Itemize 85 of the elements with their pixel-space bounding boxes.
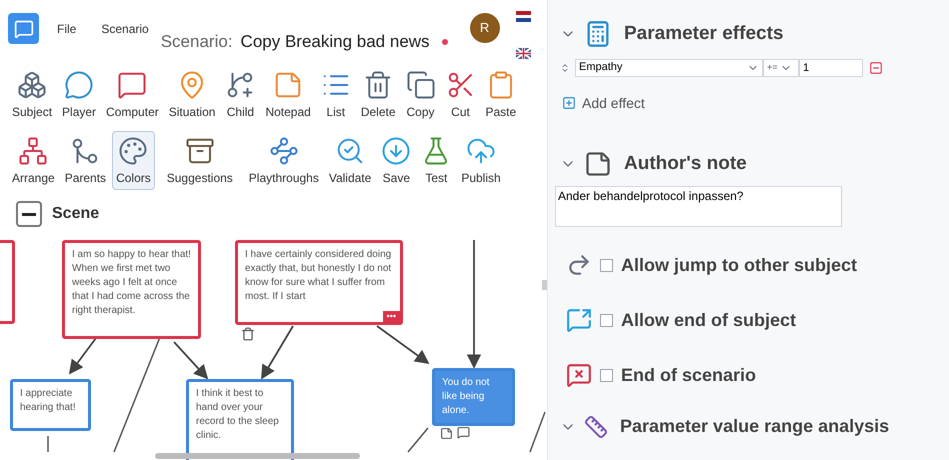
speech-bubble-icon[interactable] [457, 426, 470, 439]
collapse-button[interactable] [16, 201, 42, 227]
toolbar-button[interactable]: Suggestions [162, 131, 237, 190]
scrollbar-thumb[interactable] [155, 453, 360, 459]
speech-bubble-icon [566, 362, 592, 388]
toolbar-button[interactable]: Delete [356, 65, 400, 124]
toolbar-button[interactable]: Cut [442, 65, 480, 124]
scenario-label: Scenario: [160, 31, 233, 53]
toolbar-button[interactable]: Parents [60, 131, 110, 190]
dialogue-node[interactable]: I appreciate hearing that! [10, 379, 91, 431]
connector-line [529, 412, 546, 452]
waypoints-icon [268, 136, 299, 166]
toolbar-button[interactable]: List [316, 65, 355, 124]
toolbar-button[interactable]: Paste [482, 65, 520, 124]
connector-arrow [173, 341, 208, 380]
checkbox[interactable] [600, 368, 613, 382]
toolbar-button[interactable]: Validate [324, 131, 376, 190]
menu-item[interactable]: Scenario [101, 20, 149, 38]
scrollbar-thumb[interactable] [542, 280, 547, 290]
connector-arrow [376, 325, 430, 364]
app-logo[interactable] [8, 13, 39, 44]
palette-icon [118, 136, 148, 166]
node-text: I have certainly considered doing exactly that, but honestly I do not know for sure what I suffer from most. If I start [245, 248, 392, 304]
operator-select[interactable]: += [763, 58, 799, 76]
parameter-select[interactable]: Empathy [575, 58, 763, 76]
toolbar-button[interactable]: Playthroughs [244, 131, 323, 190]
boxes-icon [17, 70, 48, 100]
add-effect-button[interactable]: Add effect [562, 92, 949, 114]
toolbar-button[interactable]: Copy [402, 65, 440, 124]
node-text: I think it best to hand over your record to the sleep clinic. [196, 387, 280, 443]
speech-bubble-icon [117, 70, 148, 100]
menu-item[interactable]: File [57, 20, 76, 38]
box-icon [184, 136, 215, 166]
option-label: End of scenario [621, 364, 756, 386]
toolbar-button[interactable]: Arrange [8, 131, 59, 190]
toolbar-button[interactable]: Situation [164, 65, 220, 124]
toolbar-button[interactable]: Notepad [261, 65, 315, 124]
toolbar-button[interactable]: Publish [457, 131, 505, 190]
section-title: Parameter effects [624, 22, 784, 46]
connector-line [407, 428, 429, 452]
note-icon [584, 150, 612, 178]
section-title: Parameter value range analysis [620, 415, 890, 438]
hierarchy-icon [18, 136, 48, 166]
flag-icon[interactable] [516, 48, 531, 59]
speech-bubble-icon [64, 70, 94, 100]
copy-icon [406, 70, 436, 100]
node-text: I appreciate hearing that! [20, 387, 77, 415]
toolbar-button[interactable]: Subject [8, 65, 56, 124]
note-icon [273, 70, 304, 100]
value-field[interactable]: 1 [799, 58, 863, 76]
node-text: You do not like being alone. [442, 376, 490, 418]
connector-arrow [68, 337, 97, 374]
toolbar-button[interactable]: Test [417, 131, 456, 190]
drag-handle-icon[interactable] [560, 62, 570, 74]
toolbar-button[interactable]: Player [58, 65, 100, 124]
remove-icon[interactable] [869, 60, 883, 74]
option-label: Allow jump to other subject [621, 254, 858, 277]
download-icon [381, 136, 412, 166]
note-field[interactable]: Ander behandelprotocol inpassen? [555, 186, 842, 227]
scene-title: Scene [52, 204, 100, 224]
section-title: Author's note [624, 152, 747, 176]
checkbox[interactable] [600, 258, 613, 272]
note-icon[interactable] [440, 427, 453, 440]
flag-icon[interactable] [516, 11, 531, 22]
cloud-upload-icon [466, 136, 496, 166]
user-avatar[interactable]: R [470, 13, 500, 43]
search-check-icon [335, 136, 366, 166]
speech-bubble-icon [566, 307, 592, 333]
toolbar-button[interactable]: Computer [102, 65, 163, 124]
option-label: Allow end of subject [621, 308, 796, 332]
trash-icon[interactable] [241, 327, 255, 341]
dialogue-node[interactable]: I have certainly considered doing exactly that, but honestly I do not know for sure what I suffer from most. If I start ••• [235, 240, 403, 325]
toolbar-button[interactable]: Save [377, 131, 416, 190]
toolbar-button[interactable]: Child [221, 65, 260, 124]
scenario-title: Copy Breaking bad news [240, 31, 430, 53]
plus-icon [562, 96, 576, 110]
checkbox[interactable] [600, 314, 613, 326]
dialogue-node[interactable]: I think it best to hand over your record to the sleep clinic. [186, 379, 294, 460]
connector-line [47, 436, 49, 452]
ruler-icon [584, 414, 608, 438]
toolbar-button[interactable]: Colors [112, 131, 155, 190]
more-badge[interactable]: ••• [382, 311, 400, 322]
connector-arrow [261, 326, 294, 380]
node-text: I am so happy to hear that! When we first met two weeks ago I felt at once that I had come across the right therapist. [72, 248, 191, 318]
dialogue-node[interactable]: I am so happy to hear that! When we first met two weeks ago I felt at once that I had come across the right therapist. [62, 240, 201, 339]
